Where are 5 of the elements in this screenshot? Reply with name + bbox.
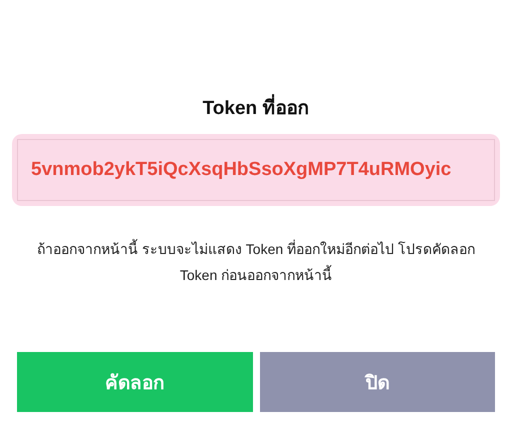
- dialog-title: Token ที่ออก: [12, 92, 500, 122]
- warning-message: ถ้าออกจากหน้านี้ ระบบจะไม่แสดง Token ที่ออกใหม่อีกต่อไป โปรดคัดลอก Token ก่อนออกจากหน้านี้: [36, 238, 476, 285]
- close-button[interactable]: ปิด: [260, 352, 495, 412]
- token-field[interactable]: 5vnmob2ykT5iQcXsqHbSsoXgMP7T4uRMOyic: [17, 139, 495, 201]
- copy-button[interactable]: คัดลอก: [17, 352, 252, 412]
